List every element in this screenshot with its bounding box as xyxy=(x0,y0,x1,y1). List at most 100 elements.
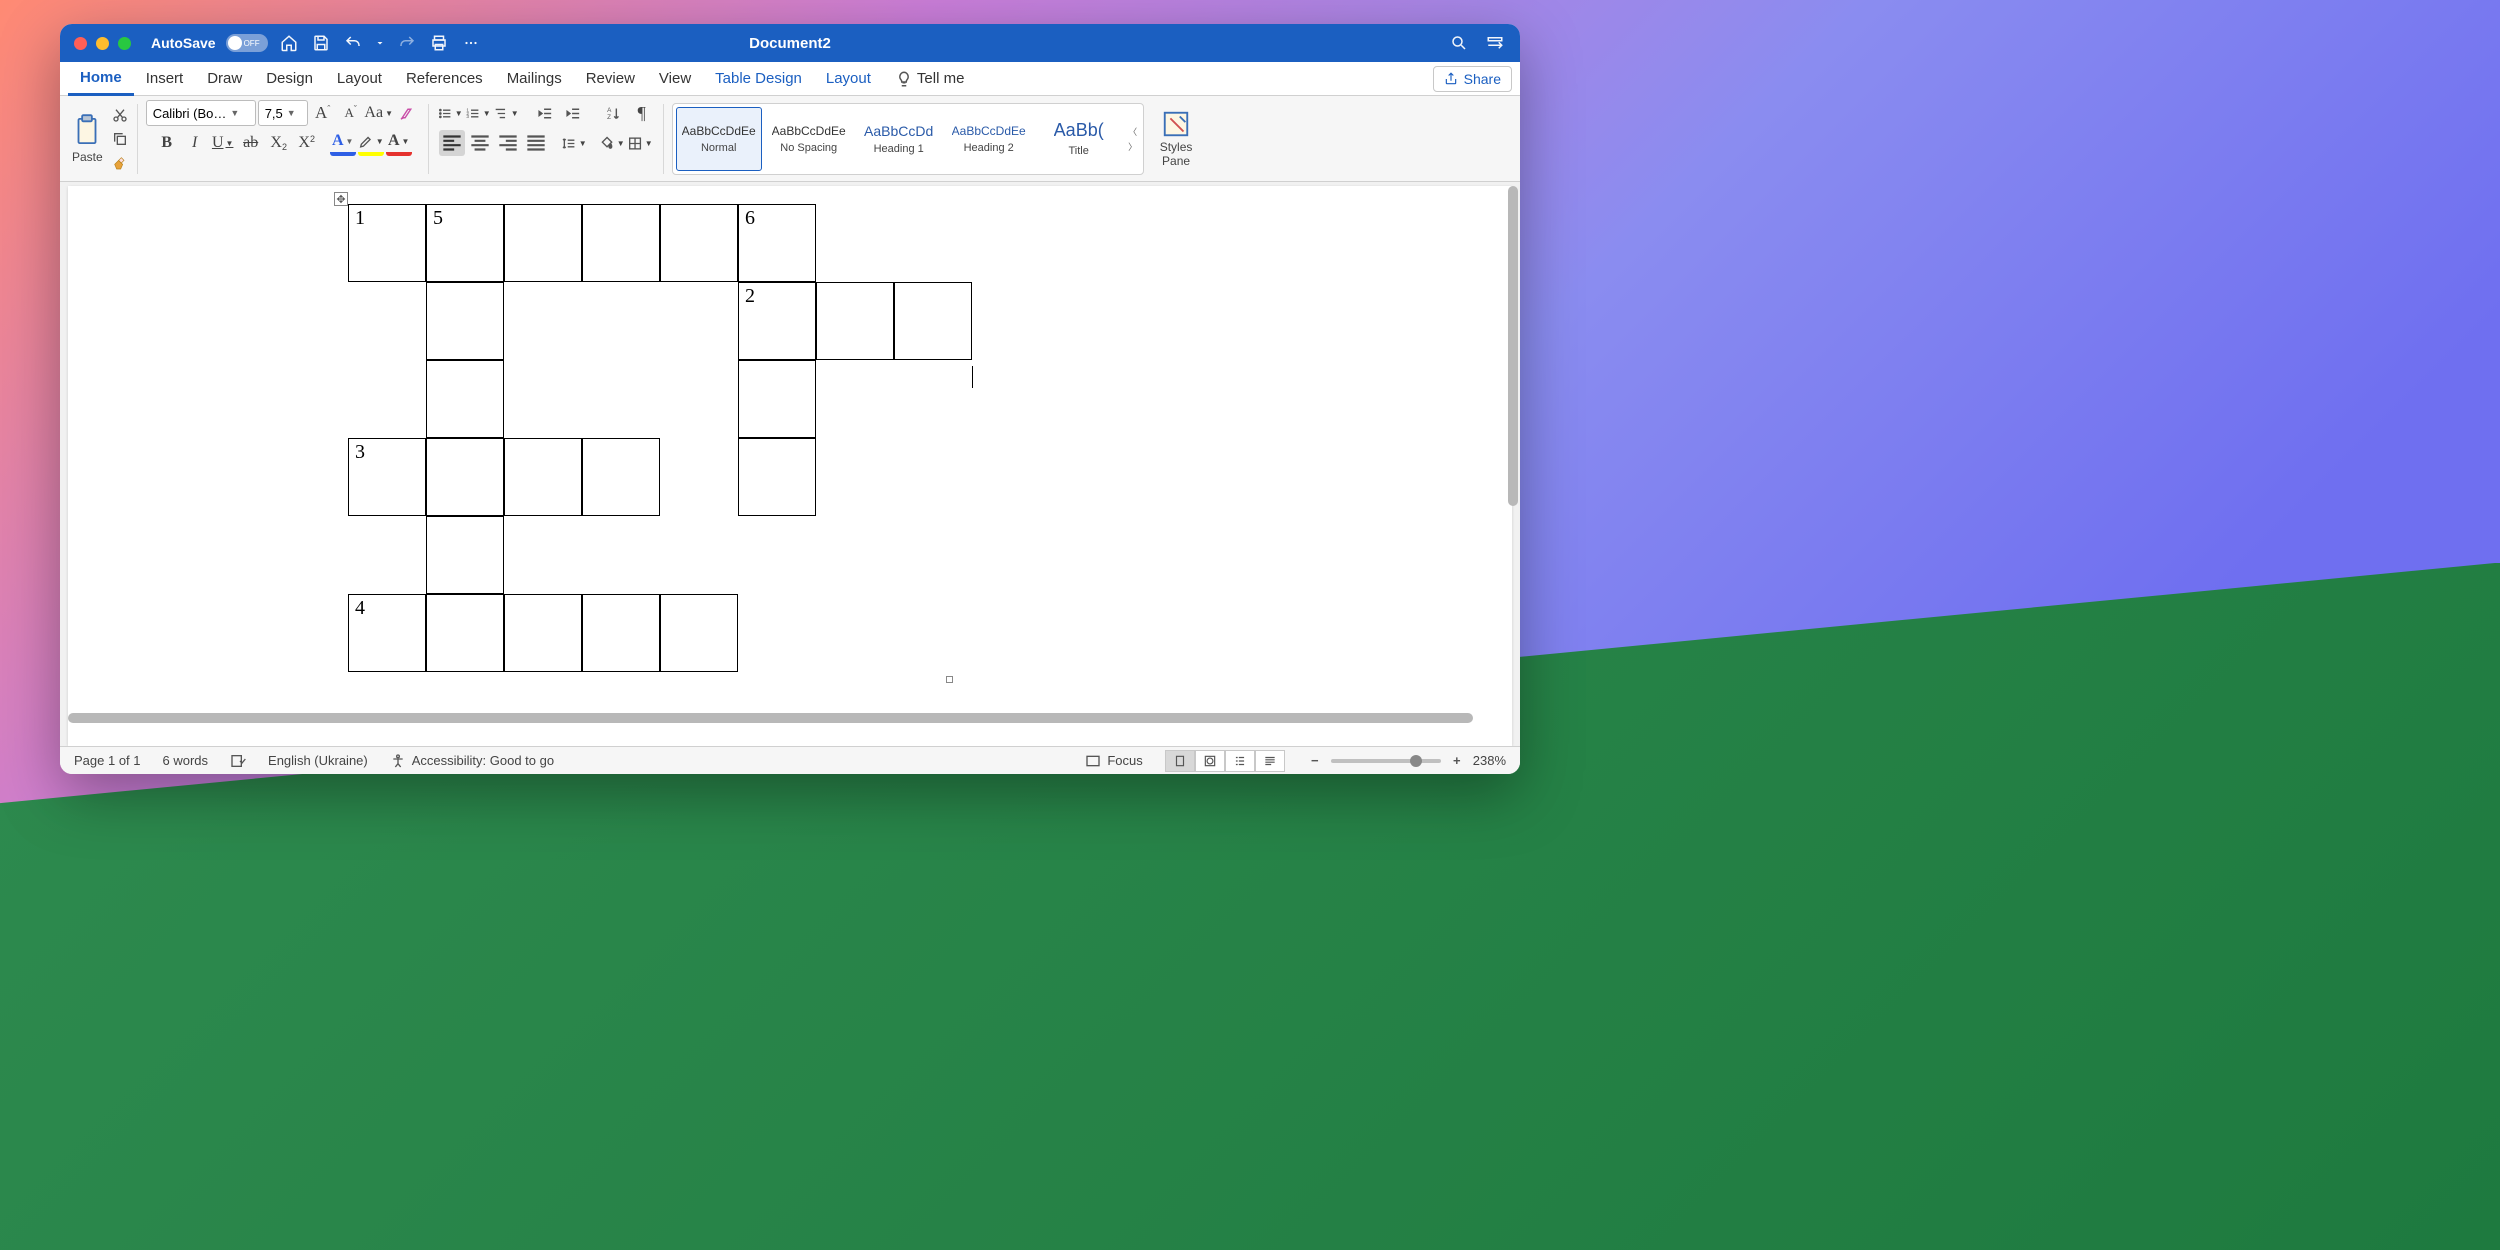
page[interactable]: ✥ 156234 xyxy=(68,186,1512,746)
ribbon-options-icon[interactable] xyxy=(1484,32,1506,54)
style-heading-2[interactable]: AaBbCcDdEe Heading 2 xyxy=(946,107,1032,171)
zoom-in-button[interactable]: + xyxy=(1449,753,1465,769)
home-icon[interactable] xyxy=(278,32,300,54)
crossword-cell[interactable] xyxy=(660,594,738,672)
fullscreen-window-button[interactable] xyxy=(118,37,131,50)
crossword-cell[interactable] xyxy=(426,516,504,594)
increase-indent-button[interactable] xyxy=(561,100,587,126)
vertical-scroll-thumb[interactable] xyxy=(1508,186,1518,506)
show-marks-button[interactable]: ¶ xyxy=(629,100,655,126)
zoom-slider-thumb[interactable] xyxy=(1410,755,1422,767)
crossword-cell[interactable]: 2 xyxy=(738,282,816,360)
draft-view-button[interactable] xyxy=(1255,750,1285,772)
shading-button[interactable]: ▼ xyxy=(599,130,625,156)
style-title[interactable]: AaBb( Title xyxy=(1036,107,1122,171)
tab-references[interactable]: References xyxy=(394,62,495,96)
strikethrough-button[interactable]: ab xyxy=(238,130,264,156)
search-icon[interactable] xyxy=(1448,32,1470,54)
styles-scroll[interactable]: 〈〉 xyxy=(1126,125,1140,153)
align-right-button[interactable] xyxy=(495,130,521,156)
styles-pane-button[interactable]: StylesPane xyxy=(1152,105,1201,171)
spellcheck-button[interactable] xyxy=(230,753,246,769)
crossword-cell[interactable] xyxy=(816,282,894,360)
more-icon[interactable] xyxy=(460,32,482,54)
copy-button[interactable] xyxy=(111,130,129,148)
align-center-button[interactable] xyxy=(467,130,493,156)
tab-table-layout[interactable]: Layout xyxy=(814,62,883,96)
style-normal[interactable]: AaBbCcDdEe Normal xyxy=(676,107,762,171)
crossword-cell[interactable] xyxy=(894,282,972,360)
shrink-font-button[interactable]: Aˇ xyxy=(338,100,364,126)
superscript-button[interactable]: X2 xyxy=(294,130,320,156)
tab-review[interactable]: Review xyxy=(574,62,647,96)
line-spacing-button[interactable]: ▼ xyxy=(561,130,587,156)
word-count[interactable]: 6 words xyxy=(163,753,209,768)
borders-button[interactable]: ▼ xyxy=(627,130,653,156)
crossword-cell[interactable] xyxy=(426,438,504,516)
print-icon[interactable] xyxy=(428,32,450,54)
crossword-cell[interactable] xyxy=(426,360,504,438)
table-move-handle[interactable]: ✥ xyxy=(334,192,348,206)
share-button[interactable]: Share xyxy=(1433,66,1512,92)
table-resize-handle[interactable] xyxy=(946,676,953,683)
font-color-button[interactable]: A▼ xyxy=(386,130,412,156)
sort-button[interactable]: AZ xyxy=(601,100,627,126)
tab-design[interactable]: Design xyxy=(254,62,325,96)
undo-dropdown-icon[interactable] xyxy=(374,32,386,54)
autosave-toggle[interactable]: OFF xyxy=(226,34,268,52)
tell-me[interactable]: Tell me xyxy=(883,62,977,96)
tab-insert[interactable]: Insert xyxy=(134,62,196,96)
print-layout-view-button[interactable] xyxy=(1165,750,1195,772)
zoom-out-button[interactable]: − xyxy=(1307,753,1323,769)
accessibility-indicator[interactable]: Accessibility: Good to go xyxy=(390,753,554,769)
tab-layout[interactable]: Layout xyxy=(325,62,394,96)
horizontal-scrollbar[interactable] xyxy=(68,712,1502,724)
crossword-cell[interactable] xyxy=(582,438,660,516)
focus-mode-button[interactable]: Focus xyxy=(1085,753,1142,769)
crossword-cell[interactable]: 5 xyxy=(426,204,504,282)
crossword-cell[interactable] xyxy=(426,282,504,360)
crossword-cell[interactable] xyxy=(426,594,504,672)
save-icon[interactable] xyxy=(310,32,332,54)
crossword-cell[interactable] xyxy=(504,594,582,672)
underline-button[interactable]: U▼ xyxy=(210,130,236,156)
minimize-window-button[interactable] xyxy=(96,37,109,50)
close-window-button[interactable] xyxy=(74,37,87,50)
numbering-button[interactable]: 123▼ xyxy=(465,100,491,126)
justify-button[interactable] xyxy=(523,130,549,156)
crossword-cell[interactable]: 3 xyxy=(348,438,426,516)
page-indicator[interactable]: Page 1 of 1 xyxy=(74,753,141,768)
font-size-combo[interactable]: 7,5▼ xyxy=(258,100,308,126)
language-indicator[interactable]: English (Ukraine) xyxy=(268,753,368,768)
italic-button[interactable]: I xyxy=(182,130,208,156)
bold-button[interactable]: B xyxy=(154,130,180,156)
crossword-cell[interactable]: 6 xyxy=(738,204,816,282)
crossword-cell[interactable] xyxy=(582,594,660,672)
format-painter-button[interactable] xyxy=(111,154,129,172)
zoom-level[interactable]: 238% xyxy=(1473,753,1506,768)
align-left-button[interactable] xyxy=(439,130,465,156)
crossword-cell[interactable] xyxy=(504,438,582,516)
redo-icon[interactable] xyxy=(396,32,418,54)
decrease-indent-button[interactable] xyxy=(533,100,559,126)
crossword-cell[interactable] xyxy=(738,360,816,438)
paste-button[interactable]: Paste xyxy=(66,110,109,168)
crossword-cell[interactable]: 1 xyxy=(348,204,426,282)
tab-view[interactable]: View xyxy=(647,62,703,96)
subscript-button[interactable]: X2 xyxy=(266,130,292,156)
crossword-cell[interactable] xyxy=(660,204,738,282)
web-layout-view-button[interactable] xyxy=(1195,750,1225,772)
vertical-scrollbar[interactable] xyxy=(1506,186,1520,712)
outline-view-button[interactable] xyxy=(1225,750,1255,772)
text-effects-button[interactable]: A▼ xyxy=(330,130,356,156)
zoom-slider[interactable] xyxy=(1331,759,1441,763)
bullets-button[interactable]: ▼ xyxy=(437,100,463,126)
change-case-button[interactable]: Aa▼ xyxy=(366,100,392,126)
horizontal-scroll-thumb[interactable] xyxy=(68,713,1473,723)
crossword-cell[interactable] xyxy=(582,204,660,282)
font-name-combo[interactable]: Calibri (Bo…▼ xyxy=(146,100,256,126)
tab-mailings[interactable]: Mailings xyxy=(495,62,574,96)
clear-formatting-button[interactable] xyxy=(394,100,420,126)
style-no-spacing[interactable]: AaBbCcDdEe No Spacing xyxy=(766,107,852,171)
highlight-button[interactable]: ▼ xyxy=(358,130,384,156)
